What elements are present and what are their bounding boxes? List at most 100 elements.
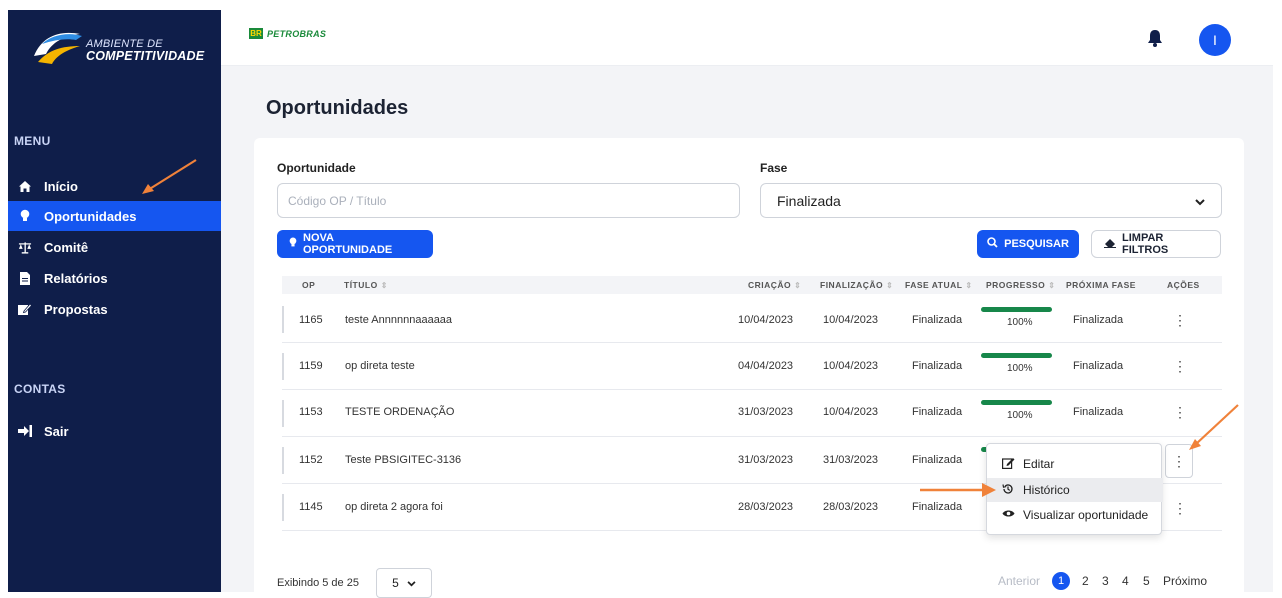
- cell-phase: Finalizada: [912, 501, 963, 513]
- cell-op: 1159: [299, 360, 323, 372]
- phase-select-value: Finalizada: [777, 192, 841, 209]
- chevron-down-icon: [1195, 193, 1205, 209]
- row-actions-icon[interactable]: ⋮: [1172, 498, 1188, 518]
- cell-finished: 10/04/2023: [823, 360, 879, 372]
- cell-created: 04/04/2023: [738, 360, 794, 372]
- cell-title: teste Annnnnnaaaaaa: [345, 314, 453, 326]
- logo-swoosh-icon: [34, 32, 82, 64]
- progress-text: 100%: [1007, 317, 1033, 328]
- new-opportunity-button[interactable]: NOVA OPORTUNIDADE: [277, 230, 433, 258]
- eye-icon: [1001, 509, 1015, 521]
- cell-next-phase: Finalizada: [1073, 360, 1124, 372]
- sidebar-item-label: Relatórios: [44, 270, 108, 286]
- cell-finished: 31/03/2023: [823, 454, 879, 466]
- lightbulb-icon: [289, 237, 297, 251]
- page-size-select[interactable]: 5: [376, 568, 432, 598]
- app-window: AMBIENTE DE COMPETITIVIDADE MENU Início …: [0, 0, 1282, 598]
- edit-square-icon: [1001, 457, 1015, 472]
- page-title: Oportunidades: [266, 97, 409, 119]
- phase-select[interactable]: Finalizada: [760, 183, 1222, 218]
- pagination-summary: Exibindo 5 de 25: [277, 577, 359, 589]
- cell-created: 31/03/2023: [738, 454, 794, 466]
- cell-op: 1145: [299, 501, 323, 513]
- search-button[interactable]: PESQUISAR: [977, 230, 1079, 258]
- cell-phase: Finalizada: [912, 314, 963, 326]
- column-header-next-phase: PRÓXIMA FASE: [1066, 280, 1136, 290]
- row-actions-icon[interactable]: ⋮: [1172, 310, 1188, 330]
- menu-item-label: Visualizar oportunidade: [1023, 508, 1149, 522]
- progress-bar: [981, 400, 1052, 405]
- sidebar-item-sair[interactable]: Sair: [8, 416, 221, 446]
- document-icon: [18, 271, 32, 285]
- pagination-page-5[interactable]: 5: [1143, 574, 1150, 588]
- table-row[interactable]: 1159 op direta teste 04/04/2023 10/04/20…: [282, 343, 1222, 390]
- pagination-page-3[interactable]: 3: [1102, 574, 1109, 588]
- clear-filters-button[interactable]: LIMPAR FILTROS: [1091, 230, 1221, 258]
- progress-text: 100%: [1007, 410, 1033, 421]
- chevron-down-icon: [407, 576, 416, 590]
- progress-text: 100%: [1007, 363, 1033, 374]
- column-header-created[interactable]: CRIAÇÃO ⇕: [748, 280, 801, 290]
- column-header-phase[interactable]: FASE ATUAL ⇕: [905, 280, 973, 290]
- cell-title: op direta 2 agora foi: [345, 501, 443, 513]
- row-indicator: [282, 353, 284, 380]
- scales-icon: [18, 240, 32, 254]
- pagination-page-4[interactable]: 4: [1122, 574, 1129, 588]
- cell-phase: Finalizada: [912, 454, 963, 466]
- new-opportunity-label: NOVA OPORTUNIDADE: [303, 232, 393, 256]
- sidebar-item-label: Comitê: [44, 239, 89, 255]
- eraser-icon: [1104, 238, 1116, 251]
- accounts-section-title: CONTAS: [14, 382, 66, 396]
- progress-bar: [981, 307, 1052, 312]
- sidebar-item-relatorios[interactable]: Relatórios: [8, 263, 221, 293]
- sidebar-item-oportunidades[interactable]: Oportunidades: [8, 201, 221, 231]
- row-actions-menu: Editar Histórico Visualizar oportunidade: [986, 443, 1163, 535]
- pagination-page-1[interactable]: 1: [1052, 572, 1070, 590]
- sidebar-item-inicio[interactable]: Início: [8, 171, 221, 201]
- pagination-next[interactable]: Próximo: [1163, 574, 1207, 588]
- brand-name: PETROBRAS: [267, 28, 327, 39]
- user-avatar[interactable]: I: [1199, 24, 1231, 56]
- row-indicator: [282, 494, 284, 521]
- phase-label: Fase: [760, 161, 788, 175]
- app-logo[interactable]: AMBIENTE DE COMPETITIVIDADE: [30, 24, 210, 74]
- cell-title: Teste PBSIGITEC-3136: [345, 454, 462, 466]
- logo-title: COMPETITIVIDADE: [86, 49, 205, 63]
- menu-item-view[interactable]: Visualizar oportunidade: [987, 503, 1163, 527]
- cell-op: 1152: [299, 454, 323, 466]
- column-header-progress[interactable]: PROGRESSO ⇕: [986, 280, 1056, 290]
- menu-item-history[interactable]: Histórico: [987, 478, 1163, 502]
- petrobras-logo-icon: BR: [249, 28, 263, 39]
- bell-icon[interactable]: [1145, 28, 1165, 48]
- cell-title: op direta teste: [345, 360, 415, 372]
- search-label: PESQUISAR: [1004, 238, 1069, 250]
- menu-item-edit[interactable]: Editar: [987, 452, 1163, 476]
- sidebar-item-propostas[interactable]: Propostas: [8, 294, 221, 324]
- row-indicator: [282, 447, 284, 474]
- menu-item-label: Histórico: [1023, 483, 1070, 497]
- row-indicator: [282, 400, 284, 427]
- cell-phase: Finalizada: [912, 360, 963, 372]
- row-actions-icon[interactable]: ⋮: [1172, 402, 1188, 422]
- cell-phase: Finalizada: [912, 406, 963, 418]
- sidebar-item-label: Sair: [44, 423, 69, 439]
- column-header-finished[interactable]: FINALIZAÇÃO ⇕: [820, 280, 893, 290]
- home-icon: [18, 179, 32, 193]
- pagination-previous[interactable]: Anterior: [998, 574, 1040, 588]
- opportunity-search-input[interactable]: [277, 183, 740, 218]
- petrobras-brand: BR PETROBRAS: [249, 28, 326, 39]
- menu-item-label: Editar: [1023, 457, 1055, 471]
- cell-created: 31/03/2023: [738, 406, 794, 418]
- edit-icon: [18, 302, 32, 316]
- column-header-title[interactable]: TÍTULO ⇕: [344, 280, 388, 290]
- row-actions-icon[interactable]: ⋮: [1172, 356, 1188, 376]
- sidebar-item-comite[interactable]: Comitê: [8, 232, 221, 262]
- column-header-actions: AÇÕES: [1167, 280, 1200, 290]
- cell-op: 1165: [299, 314, 323, 326]
- opportunity-label: Oportunidade: [277, 161, 356, 175]
- progress-bar: [981, 353, 1052, 358]
- table-row[interactable]: 1153 TESTE ORDENAÇÃO 31/03/2023 10/04/20…: [282, 390, 1222, 437]
- row-actions-button-open[interactable]: ⋮: [1165, 444, 1193, 478]
- table-row[interactable]: 1165 teste Annnnnnaaaaaa 10/04/2023 10/0…: [282, 296, 1222, 343]
- pagination-page-2[interactable]: 2: [1082, 574, 1089, 588]
